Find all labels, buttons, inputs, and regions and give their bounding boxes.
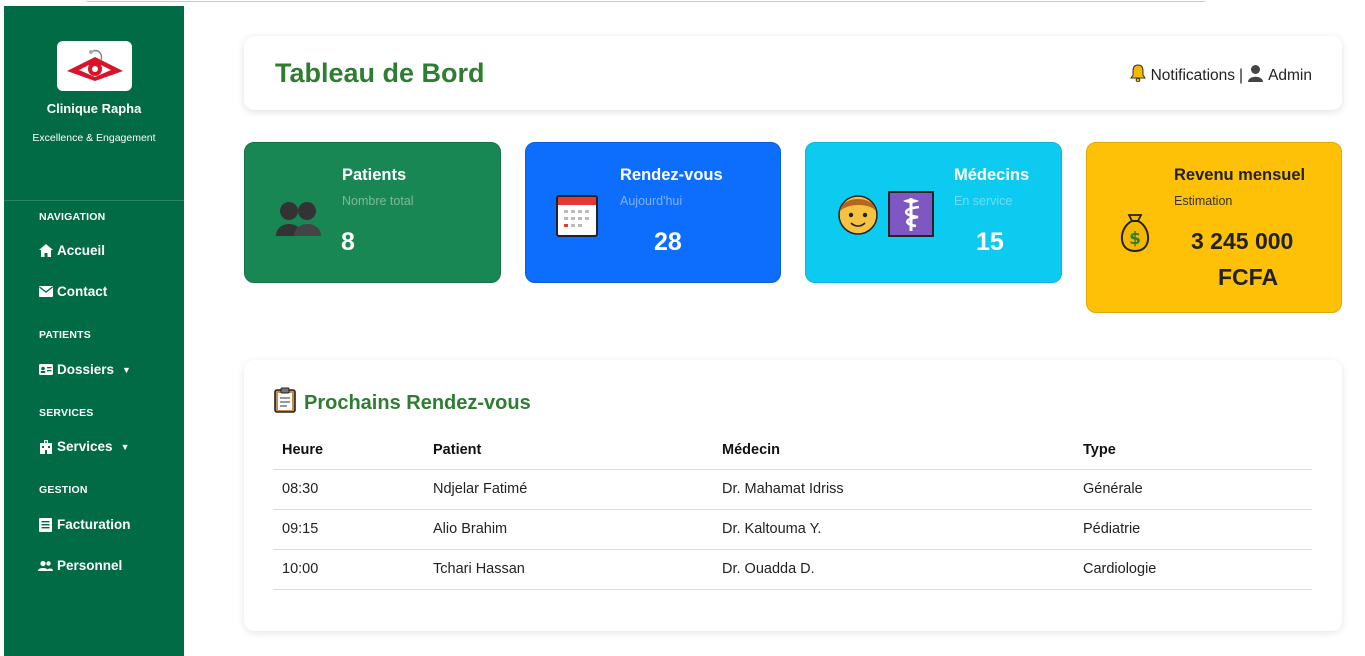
- appointments-title-text: Prochains Rendez-vous: [304, 391, 531, 414]
- column-header: Type: [1074, 431, 1312, 470]
- stat-subtitle: En service: [954, 194, 1013, 208]
- browser-top-edge: [86, 0, 1206, 2]
- invoice-icon: [38, 517, 53, 532]
- sidebar-item-dossiers[interactable]: Dossiers ▼: [38, 362, 131, 377]
- chevron-down-icon: ▼: [122, 364, 131, 375]
- stat-subtitle: Aujourd'hui: [620, 194, 683, 208]
- nav-section-navigation: NAVIGATION: [39, 211, 106, 223]
- table-cell: 10:00: [273, 549, 424, 590]
- clipboard-icon: [274, 387, 296, 419]
- stat-card-rendez-vous: Rendez-vous Aujourd'hui 28: [525, 142, 781, 283]
- header-bar: Tableau de Bord Notifications | Admin: [244, 36, 1342, 110]
- doctor-icon: [836, 191, 880, 242]
- stat-value: 15: [976, 228, 1004, 256]
- medical-symbol-icon: [888, 191, 934, 242]
- table-cell: 09:15: [273, 509, 424, 550]
- column-header: Heure: [273, 431, 424, 470]
- sidebar-item-label: Facturation: [57, 517, 131, 532]
- stat-title: Médecins: [954, 166, 1030, 184]
- sidebar: Clinique Rapha Excellence & Engagement N…: [4, 6, 184, 656]
- chevron-down-icon: ▼: [120, 441, 130, 452]
- appointments-card: Prochains Rendez-vous Heure Patient Méde…: [244, 360, 1342, 631]
- sidebar-item-label: Accueil: [57, 243, 106, 258]
- clinic-name: Clinique Rapha: [46, 101, 142, 116]
- sidebar-item-label: Personnel: [57, 558, 123, 573]
- stat-card-medecins: Médecins En service 15: [805, 142, 1062, 283]
- home-icon: [38, 244, 53, 258]
- admin-user-link[interactable]: Admin: [1268, 67, 1312, 85]
- stat-value: 8: [341, 228, 355, 256]
- table-cell: Pédiatrie: [1074, 509, 1312, 550]
- nav-section-services: SERVICES: [39, 407, 94, 419]
- stat-value: 3 245 000: [1191, 228, 1294, 254]
- table-row: 10:00 Tchari Hassan Dr. Ouadda D. Cardio…: [273, 549, 1312, 590]
- sidebar-item-label: Services: [57, 439, 113, 454]
- header-separator: |: [1239, 66, 1244, 84]
- bell-icon[interactable]: [1129, 64, 1147, 87]
- stat-subtitle: Nombre total: [342, 194, 414, 208]
- stat-value: 28: [654, 228, 682, 256]
- sidebar-item-personnel[interactable]: Personnel: [38, 558, 122, 573]
- table-row: 09:15 Alio Brahim Dr. Kaltouma Y. Pédiat…: [273, 509, 1312, 550]
- stat-value-unit: FCFA: [1218, 264, 1279, 290]
- money-bag-icon: $: [1115, 207, 1155, 258]
- sidebar-item-label: Contact: [57, 284, 108, 299]
- brand: Clinique Rapha Excellence & Engagement: [4, 41, 184, 201]
- table-cell: Dr. Kaltouma Y.: [713, 509, 1074, 550]
- header-actions: Notifications | Admin: [1129, 64, 1312, 87]
- table-cell: 08:30: [273, 469, 424, 510]
- notifications-link[interactable]: Notifications: [1151, 67, 1235, 85]
- sidebar-item-label: Dossiers: [57, 362, 115, 377]
- stat-card-patients: Patients Nombre total 8: [244, 142, 501, 283]
- table-row: 08:30 Ndjelar Fatimé Dr. Mahamat Idriss …: [273, 469, 1312, 510]
- table-cell: Générale: [1074, 469, 1312, 510]
- envelope-icon: [38, 285, 53, 299]
- stat-title: Patients: [342, 166, 407, 184]
- users-icon: [38, 559, 53, 573]
- sidebar-item-facturation[interactable]: Facturation: [38, 517, 131, 532]
- table-header-row: Heure Patient Médecin Type: [273, 431, 1312, 470]
- stat-title: Revenu mensuel: [1174, 166, 1306, 184]
- sidebar-item-services[interactable]: Services ▼: [38, 439, 129, 454]
- stat-title: Rendez-vous: [620, 166, 723, 184]
- clinic-logo: [56, 41, 132, 91]
- hospital-icon: [38, 439, 53, 454]
- table-cell: Dr. Mahamat Idriss: [713, 469, 1074, 510]
- svg-text:$: $: [1129, 229, 1141, 249]
- user-icon[interactable]: [1247, 64, 1264, 87]
- column-header: Médecin: [713, 431, 1074, 470]
- sidebar-item-contact[interactable]: Contact: [38, 284, 107, 299]
- nav-section-patients: PATIENTS: [39, 329, 91, 341]
- table-cell: Cardiologie: [1074, 549, 1312, 590]
- table-cell: Dr. Ouadda D.: [713, 549, 1074, 590]
- page-title: Tableau de Bord: [275, 58, 485, 88]
- calendar-icon: [556, 195, 598, 242]
- column-header: Patient: [424, 431, 713, 470]
- stat-card-revenu: $ Revenu mensuel Estimation 3 245 000 FC…: [1086, 142, 1342, 313]
- sidebar-item-accueil[interactable]: Accueil: [38, 243, 105, 258]
- clinic-tagline: Excellence & Engagement: [32, 132, 156, 144]
- appointments-table: Heure Patient Médecin Type 08:30 Ndjelar…: [273, 431, 1312, 590]
- nav-section-gestion: GESTION: [39, 484, 88, 496]
- table-cell: Ndjelar Fatimé: [424, 469, 713, 510]
- id-card-icon: [38, 363, 53, 377]
- appointments-title: Prochains Rendez-vous: [274, 387, 531, 419]
- people-icon: [275, 198, 323, 243]
- table-cell: Alio Brahim: [424, 509, 713, 550]
- stat-subtitle: Estimation: [1174, 194, 1233, 208]
- table-cell: Tchari Hassan: [424, 549, 713, 590]
